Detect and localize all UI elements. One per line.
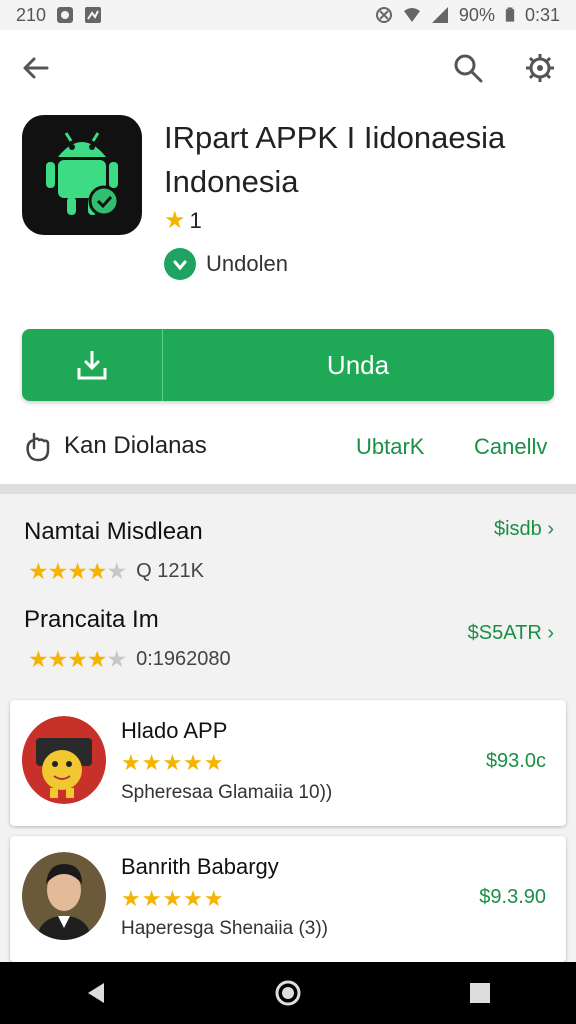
gear-icon xyxy=(526,54,554,82)
wifi-icon xyxy=(403,8,420,22)
status-time-left: 210 xyxy=(16,4,47,25)
app-header: IRpart APPK I Iidonaesia Indonesia ★ 1 U… xyxy=(0,102,576,322)
arrow-left-icon xyxy=(23,57,49,79)
recommendation-rating: ★★★★★ Q 121K xyxy=(28,558,204,585)
recommendation-reviews: Q 121K xyxy=(136,560,204,582)
cartoon-character-icon xyxy=(22,716,106,804)
download-icon xyxy=(77,351,107,380)
download-check-icon xyxy=(164,248,196,280)
touch-hand-icon xyxy=(26,432,50,462)
triangle-back-icon xyxy=(88,983,104,1003)
update-link[interactable]: UbtarK xyxy=(356,434,424,460)
section-divider xyxy=(0,484,576,494)
battery-icon xyxy=(505,7,515,22)
install-button-label: Unda xyxy=(326,349,390,380)
recommendation-name: Namtai Misdlean xyxy=(24,518,203,545)
square-recents-icon xyxy=(470,983,490,1003)
star-icon: ★ xyxy=(164,207,186,234)
download-icon-segment[interactable] xyxy=(22,329,163,401)
app-card-stars: ★★★★★ xyxy=(121,886,225,911)
nav-back-button[interactable] xyxy=(66,968,126,1018)
system-nav-bar xyxy=(0,962,576,1024)
app-title: IRpart APPK I Iidonaesia Indonesia xyxy=(164,120,506,199)
signal-icon xyxy=(431,7,448,23)
app-card-price: $93.0c xyxy=(485,750,546,772)
back-button[interactable] xyxy=(16,48,56,88)
app-card-subtitle: Haperesga Shenaiia (3)) xyxy=(121,918,329,939)
install-button[interactable]: Unda xyxy=(22,329,554,401)
app-card-avatar xyxy=(22,852,106,940)
app-card-name: Hlado APP xyxy=(121,718,228,743)
app-card-name: Banrith Babargy xyxy=(121,854,279,879)
person-portrait-icon xyxy=(22,852,106,940)
recommendation-price[interactable]: $isdb › xyxy=(494,518,554,541)
app-card-stars: ★★★★★ xyxy=(121,750,225,775)
wishlist-label: Kan Diolanas xyxy=(64,432,207,459)
settings-button[interactable] xyxy=(520,48,560,88)
app-card-avatar xyxy=(22,716,106,804)
app-card-price: $9.3.90 xyxy=(479,886,546,908)
action-row: Kan Diolanas UbtarK Canellv xyxy=(0,418,576,474)
search-button[interactable] xyxy=(448,48,488,88)
nav-home-button[interactable] xyxy=(258,968,318,1018)
recommendations-section: Namtai Misdlean $isdb › ★★★★★ Q 121K Pra… xyxy=(0,494,576,962)
circle-home-icon xyxy=(275,980,301,1006)
app-card-subtitle: Spheresaa Glamaiia 10)) xyxy=(121,782,333,803)
recommendation-price[interactable]: $S5ATR › xyxy=(468,622,554,645)
nfc-icon xyxy=(375,7,392,23)
cancel-link[interactable]: Canellv xyxy=(474,434,547,460)
status-time-right: 0:31 xyxy=(524,4,560,25)
android-robot-icon xyxy=(46,132,120,217)
top-app-bar xyxy=(0,30,576,102)
wishlist-action[interactable]: Kan Diolanas xyxy=(22,430,207,462)
app-icon xyxy=(22,115,142,235)
rating-stars: ★★★★★ xyxy=(28,646,127,672)
battery-percent: 90% xyxy=(458,4,495,25)
status-bar: 210 90% 0:31 xyxy=(0,0,576,30)
installed-label: Undolen xyxy=(206,251,288,276)
app-card[interactable]: Hlado APP ★★★★★ Spheresaa Glamaiia 10)) … xyxy=(10,700,566,826)
app-card[interactable]: Banrith Babargy ★★★★★ Haperesga Shenaiia… xyxy=(10,836,566,962)
installed-status: Undolen xyxy=(164,248,288,280)
gallery-icon xyxy=(85,7,102,23)
recommendation-reviews: 0:1962080 xyxy=(136,648,231,670)
app-rating-value: 1 xyxy=(189,207,202,233)
rating-stars: ★★★★★ xyxy=(28,558,127,584)
recommendation-rating: ★★★★★ 0:1962080 xyxy=(28,646,231,673)
camera-icon xyxy=(57,7,74,23)
app-rating: ★ 1 xyxy=(164,206,202,235)
search-icon xyxy=(454,54,483,83)
recommendation-name: Prancaita Im xyxy=(24,606,159,633)
nav-recents-button[interactable] xyxy=(450,968,510,1018)
